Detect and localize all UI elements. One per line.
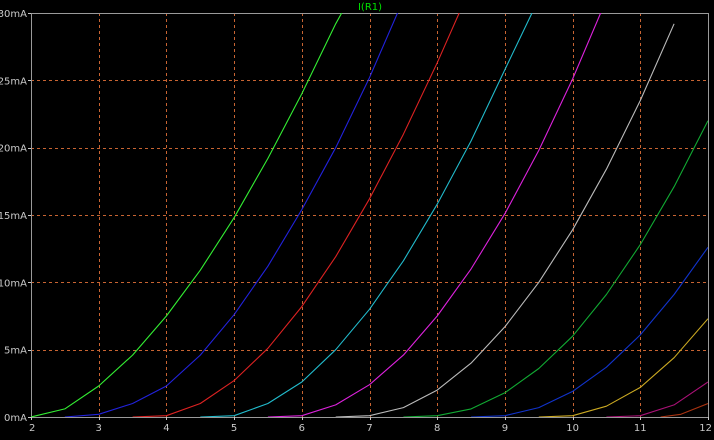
series-line-7	[403, 120, 708, 417]
y-tick-label: 30mA	[0, 9, 27, 20]
y-tick-label: 10mA	[0, 278, 27, 289]
x-tick-label: 2	[29, 423, 35, 434]
series-layer	[31, 13, 708, 417]
series-line-11	[660, 402, 708, 417]
y-tick-label: 25mA	[0, 76, 27, 87]
x-tick-label: 8	[434, 423, 440, 434]
series-line-10	[606, 381, 708, 417]
x-tick-label: 5	[231, 423, 237, 434]
y-tick-label: 0mA	[4, 413, 27, 424]
chart-area: I(R1) 2 3 4 5 6 7 8 9 10 11 12 0mA 5mA 10mA 15mA 20mA 25…	[0, 0, 714, 435]
y-tick-label: 15mA	[0, 211, 27, 222]
x-tick-label: 12	[699, 423, 712, 434]
y-tick-label: 20mA	[0, 144, 27, 155]
series-line-1	[31, 13, 343, 417]
chart-svg: I(R1) 2 3 4 5 6 7 8 9 10 11 12 0mA 5mA 10mA 15mA 20mA 25…	[0, 2, 712, 434]
grid-layer	[31, 13, 708, 417]
x-tick-label: 6	[299, 423, 305, 434]
y-tick-label: 5mA	[4, 346, 27, 357]
x-tick-label: 7	[366, 423, 372, 434]
x-tick-label: 3	[96, 423, 102, 434]
x-tick-label: 9	[502, 423, 508, 434]
x-tick-label: 10	[566, 423, 579, 434]
chart-title: I(R1)	[358, 2, 382, 13]
series-line-9	[538, 318, 708, 417]
x-tick-label: 4	[163, 423, 169, 434]
series-line-6	[335, 23, 675, 417]
x-tick-label: 11	[634, 423, 647, 434]
